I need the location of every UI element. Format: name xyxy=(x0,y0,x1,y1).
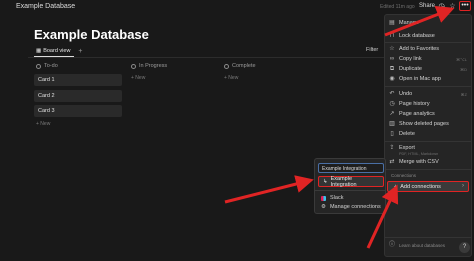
arrow-to-add-connections xyxy=(366,184,399,249)
annotation-arrows xyxy=(224,5,455,249)
arrow-to-more xyxy=(384,5,455,37)
arrow-to-integration xyxy=(224,175,314,204)
